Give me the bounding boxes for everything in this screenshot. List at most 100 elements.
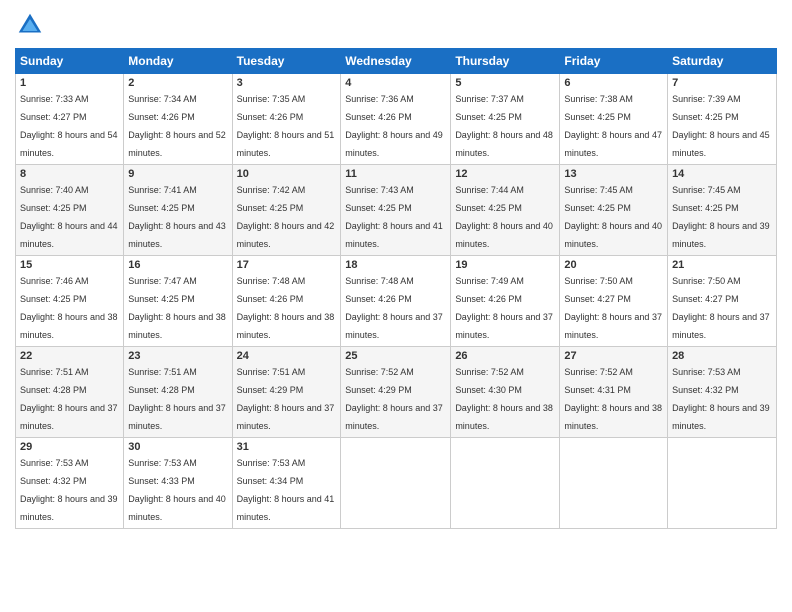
calendar-cell: 9 Sunrise: 7:41 AMSunset: 4:25 PMDayligh…	[124, 165, 232, 256]
calendar-cell: 7 Sunrise: 7:39 AMSunset: 4:25 PMDayligh…	[668, 74, 777, 165]
calendar-cell	[560, 438, 668, 529]
day-info: Sunrise: 7:46 AMSunset: 4:25 PMDaylight:…	[20, 276, 118, 340]
calendar-header-friday: Friday	[560, 49, 668, 74]
calendar-week-1: 1 Sunrise: 7:33 AMSunset: 4:27 PMDayligh…	[16, 74, 777, 165]
calendar-cell: 5 Sunrise: 7:37 AMSunset: 4:25 PMDayligh…	[451, 74, 560, 165]
day-info: Sunrise: 7:52 AMSunset: 4:30 PMDaylight:…	[455, 367, 553, 431]
day-info: Sunrise: 7:39 AMSunset: 4:25 PMDaylight:…	[672, 94, 770, 158]
header	[15, 10, 777, 40]
day-info: Sunrise: 7:49 AMSunset: 4:26 PMDaylight:…	[455, 276, 553, 340]
day-info: Sunrise: 7:33 AMSunset: 4:27 PMDaylight:…	[20, 94, 118, 158]
day-number: 23	[128, 350, 227, 362]
calendar-header-tuesday: Tuesday	[232, 49, 341, 74]
calendar-cell: 28 Sunrise: 7:53 AMSunset: 4:32 PMDaylig…	[668, 347, 777, 438]
day-number: 18	[345, 259, 446, 271]
day-number: 10	[237, 168, 337, 180]
day-info: Sunrise: 7:36 AMSunset: 4:26 PMDaylight:…	[345, 94, 443, 158]
logo-icon	[15, 10, 45, 40]
day-number: 12	[455, 168, 555, 180]
day-number: 29	[20, 441, 119, 453]
day-number: 28	[672, 350, 772, 362]
day-info: Sunrise: 7:50 AMSunset: 4:27 PMDaylight:…	[672, 276, 770, 340]
calendar-cell: 8 Sunrise: 7:40 AMSunset: 4:25 PMDayligh…	[16, 165, 124, 256]
day-info: Sunrise: 7:53 AMSunset: 4:33 PMDaylight:…	[128, 458, 226, 522]
day-number: 13	[564, 168, 663, 180]
calendar-cell: 13 Sunrise: 7:45 AMSunset: 4:25 PMDaylig…	[560, 165, 668, 256]
day-info: Sunrise: 7:45 AMSunset: 4:25 PMDaylight:…	[564, 185, 662, 249]
calendar-cell: 18 Sunrise: 7:48 AMSunset: 4:26 PMDaylig…	[341, 256, 451, 347]
calendar-cell: 31 Sunrise: 7:53 AMSunset: 4:34 PMDaylig…	[232, 438, 341, 529]
calendar-cell: 23 Sunrise: 7:51 AMSunset: 4:28 PMDaylig…	[124, 347, 232, 438]
day-number: 3	[237, 77, 337, 89]
calendar-cell: 2 Sunrise: 7:34 AMSunset: 4:26 PMDayligh…	[124, 74, 232, 165]
calendar-cell: 14 Sunrise: 7:45 AMSunset: 4:25 PMDaylig…	[668, 165, 777, 256]
calendar-week-2: 8 Sunrise: 7:40 AMSunset: 4:25 PMDayligh…	[16, 165, 777, 256]
day-number: 11	[345, 168, 446, 180]
calendar-week-4: 22 Sunrise: 7:51 AMSunset: 4:28 PMDaylig…	[16, 347, 777, 438]
day-info: Sunrise: 7:35 AMSunset: 4:26 PMDaylight:…	[237, 94, 335, 158]
calendar-cell: 24 Sunrise: 7:51 AMSunset: 4:29 PMDaylig…	[232, 347, 341, 438]
day-info: Sunrise: 7:53 AMSunset: 4:32 PMDaylight:…	[672, 367, 770, 431]
calendar-cell	[341, 438, 451, 529]
calendar-cell: 29 Sunrise: 7:53 AMSunset: 4:32 PMDaylig…	[16, 438, 124, 529]
day-number: 25	[345, 350, 446, 362]
day-info: Sunrise: 7:51 AMSunset: 4:29 PMDaylight:…	[237, 367, 335, 431]
day-info: Sunrise: 7:38 AMSunset: 4:25 PMDaylight:…	[564, 94, 662, 158]
day-number: 4	[345, 77, 446, 89]
day-number: 24	[237, 350, 337, 362]
calendar-cell: 21 Sunrise: 7:50 AMSunset: 4:27 PMDaylig…	[668, 256, 777, 347]
day-number: 1	[20, 77, 119, 89]
day-info: Sunrise: 7:47 AMSunset: 4:25 PMDaylight:…	[128, 276, 226, 340]
calendar-cell: 20 Sunrise: 7:50 AMSunset: 4:27 PMDaylig…	[560, 256, 668, 347]
day-info: Sunrise: 7:40 AMSunset: 4:25 PMDaylight:…	[20, 185, 118, 249]
calendar-header-saturday: Saturday	[668, 49, 777, 74]
day-info: Sunrise: 7:43 AMSunset: 4:25 PMDaylight:…	[345, 185, 443, 249]
day-info: Sunrise: 7:34 AMSunset: 4:26 PMDaylight:…	[128, 94, 226, 158]
calendar-header-wednesday: Wednesday	[341, 49, 451, 74]
day-number: 26	[455, 350, 555, 362]
calendar-cell: 10 Sunrise: 7:42 AMSunset: 4:25 PMDaylig…	[232, 165, 341, 256]
day-number: 8	[20, 168, 119, 180]
calendar-week-5: 29 Sunrise: 7:53 AMSunset: 4:32 PMDaylig…	[16, 438, 777, 529]
calendar-cell: 15 Sunrise: 7:46 AMSunset: 4:25 PMDaylig…	[16, 256, 124, 347]
day-number: 20	[564, 259, 663, 271]
day-info: Sunrise: 7:53 AMSunset: 4:34 PMDaylight:…	[237, 458, 335, 522]
day-number: 21	[672, 259, 772, 271]
day-number: 5	[455, 77, 555, 89]
day-number: 7	[672, 77, 772, 89]
calendar-cell: 11 Sunrise: 7:43 AMSunset: 4:25 PMDaylig…	[341, 165, 451, 256]
day-number: 22	[20, 350, 119, 362]
day-info: Sunrise: 7:52 AMSunset: 4:31 PMDaylight:…	[564, 367, 662, 431]
day-info: Sunrise: 7:51 AMSunset: 4:28 PMDaylight:…	[20, 367, 118, 431]
calendar-cell: 26 Sunrise: 7:52 AMSunset: 4:30 PMDaylig…	[451, 347, 560, 438]
logo	[15, 10, 49, 40]
day-info: Sunrise: 7:48 AMSunset: 4:26 PMDaylight:…	[237, 276, 335, 340]
day-info: Sunrise: 7:50 AMSunset: 4:27 PMDaylight:…	[564, 276, 662, 340]
calendar-cell	[451, 438, 560, 529]
calendar-header-monday: Monday	[124, 49, 232, 74]
day-info: Sunrise: 7:48 AMSunset: 4:26 PMDaylight:…	[345, 276, 443, 340]
day-info: Sunrise: 7:41 AMSunset: 4:25 PMDaylight:…	[128, 185, 226, 249]
day-number: 27	[564, 350, 663, 362]
day-number: 17	[237, 259, 337, 271]
calendar-cell: 25 Sunrise: 7:52 AMSunset: 4:29 PMDaylig…	[341, 347, 451, 438]
day-number: 14	[672, 168, 772, 180]
calendar-header-row: SundayMondayTuesdayWednesdayThursdayFrid…	[16, 49, 777, 74]
calendar-cell: 27 Sunrise: 7:52 AMSunset: 4:31 PMDaylig…	[560, 347, 668, 438]
day-number: 30	[128, 441, 227, 453]
day-info: Sunrise: 7:53 AMSunset: 4:32 PMDaylight:…	[20, 458, 118, 522]
calendar-cell	[668, 438, 777, 529]
day-number: 6	[564, 77, 663, 89]
day-info: Sunrise: 7:42 AMSunset: 4:25 PMDaylight:…	[237, 185, 335, 249]
day-number: 31	[237, 441, 337, 453]
day-info: Sunrise: 7:44 AMSunset: 4:25 PMDaylight:…	[455, 185, 553, 249]
calendar-header-sunday: Sunday	[16, 49, 124, 74]
calendar-cell: 4 Sunrise: 7:36 AMSunset: 4:26 PMDayligh…	[341, 74, 451, 165]
day-number: 19	[455, 259, 555, 271]
calendar-week-3: 15 Sunrise: 7:46 AMSunset: 4:25 PMDaylig…	[16, 256, 777, 347]
day-info: Sunrise: 7:52 AMSunset: 4:29 PMDaylight:…	[345, 367, 443, 431]
calendar-cell: 6 Sunrise: 7:38 AMSunset: 4:25 PMDayligh…	[560, 74, 668, 165]
calendar-cell: 3 Sunrise: 7:35 AMSunset: 4:26 PMDayligh…	[232, 74, 341, 165]
page: SundayMondayTuesdayWednesdayThursdayFrid…	[0, 0, 792, 612]
day-number: 9	[128, 168, 227, 180]
